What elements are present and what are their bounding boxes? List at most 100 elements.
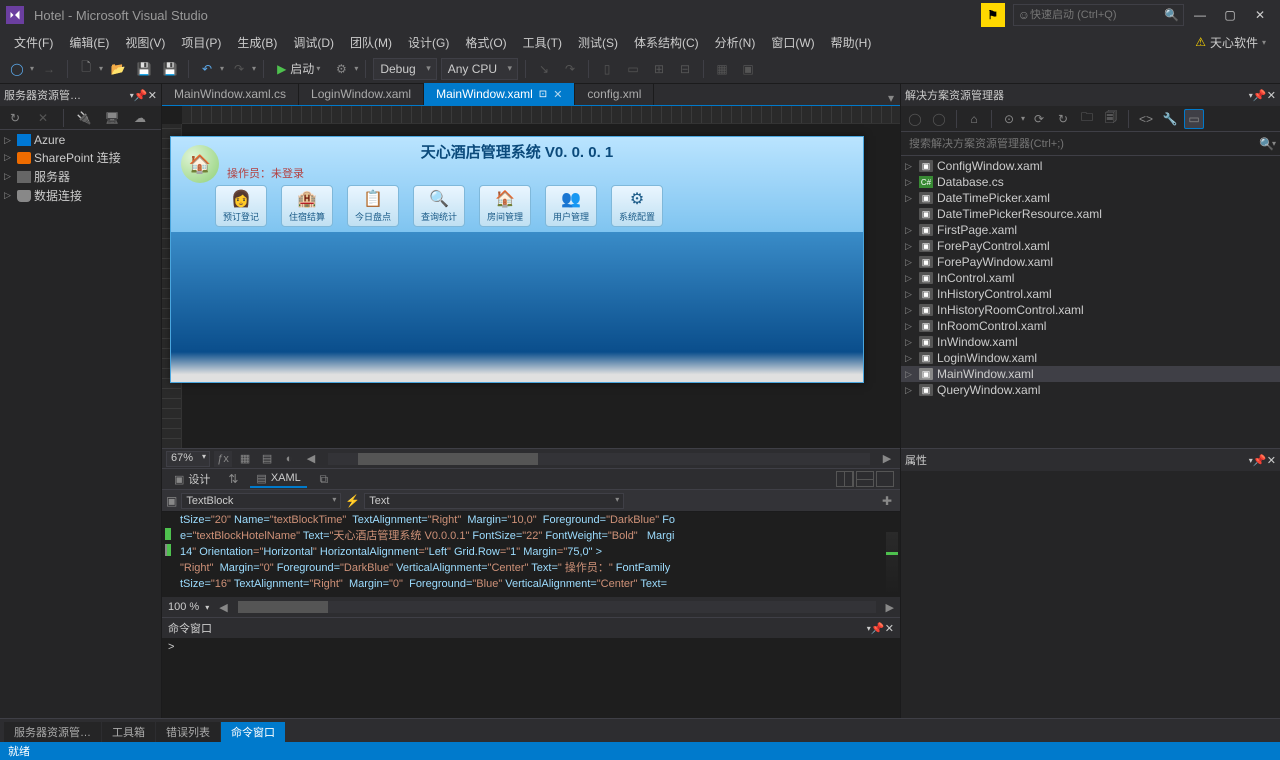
solution-item[interactable]: ▷C#Database.cs [901, 174, 1280, 190]
minimap[interactable] [886, 532, 898, 595]
solution-tree[interactable]: ▷▣ConfigWindow.xaml▷C#Database.cs▷▣DateT… [901, 156, 1280, 448]
server-tree[interactable]: ▷Azure▷SharePoint 连接▷服务器▷数据连接 [0, 130, 161, 718]
document-tab[interactable]: LoginWindow.xaml [299, 83, 424, 105]
expand-icon[interactable]: ▷ [905, 369, 915, 380]
menu-item[interactable]: 体系结构(C) [626, 32, 707, 53]
pin-icon[interactable]: 📌 [871, 622, 885, 635]
document-tab[interactable]: config.xml [575, 83, 654, 105]
tree-item[interactable]: ▷服务器 [0, 167, 161, 186]
toolbar-button[interactable]: ⚙系统配置 [611, 185, 663, 227]
close-panel-icon[interactable]: ✕ [1267, 454, 1276, 467]
close-tab-icon[interactable]: ✕ [553, 88, 562, 101]
pin-icon[interactable]: 📌 [1253, 89, 1267, 102]
solution-item[interactable]: ▷▣InHistoryRoomControl.xaml [901, 302, 1280, 318]
expand-icon[interactable]: ▷ [905, 353, 915, 364]
expand-icon[interactable]: ▷ [905, 289, 915, 300]
code-icon[interactable]: <> [1136, 109, 1156, 129]
scroll-right-icon[interactable]: ▶ [878, 451, 896, 467]
minimize-button[interactable]: — [1186, 4, 1214, 26]
solution-item[interactable]: ▷▣DateTimePicker.xaml [901, 190, 1280, 206]
menu-item[interactable]: 调试(D) [285, 32, 342, 53]
home-icon[interactable]: ⌂ [964, 109, 984, 129]
designer-hscroll[interactable] [328, 453, 870, 465]
connect-server-icon[interactable]: 🖥 [101, 107, 123, 129]
tree-item[interactable]: ▷SharePoint 连接 [0, 148, 161, 167]
menu-item[interactable]: 文件(F) [6, 32, 61, 53]
design-tab[interactable]: ▣设计 [168, 470, 216, 488]
toolbar-button[interactable]: 🔍查询统计 [413, 185, 465, 227]
expand-icon[interactable]: ▷ [905, 161, 915, 172]
menu-item[interactable]: 视图(V) [117, 32, 173, 53]
menu-item[interactable]: 测试(S) [570, 32, 626, 53]
config-combo[interactable]: Debug [373, 58, 436, 80]
menu-item[interactable]: 生成(B) [229, 32, 285, 53]
expand-icon[interactable]: ▷ [905, 177, 915, 188]
notification-icon[interactable]: ⚑ [981, 3, 1005, 27]
platform-combo[interactable]: Any CPU [441, 58, 518, 80]
solution-item[interactable]: ▣DateTimePickerResource.xaml [901, 206, 1280, 222]
zoom-combo[interactable]: 67% [166, 451, 210, 467]
scroll-left-code-icon[interactable]: ◀ [219, 601, 227, 614]
save-all-icon[interactable]: 💾 [159, 58, 181, 80]
command-window-body[interactable]: > [162, 638, 900, 718]
bottom-tab[interactable]: 工具箱 [102, 722, 155, 742]
xaml-tab[interactable]: ▤XAML [250, 471, 306, 488]
debug-target-icon[interactable]: ⚙ [330, 58, 352, 80]
solution-item[interactable]: ▷▣LoginWindow.xaml [901, 350, 1280, 366]
maximize-button[interactable]: ▢ [1216, 4, 1244, 26]
pin-icon[interactable]: 📌 [1253, 454, 1267, 467]
fx-icon[interactable]: ƒx [214, 451, 232, 467]
snap-icon[interactable]: ▤ [258, 451, 276, 467]
bottom-tab[interactable]: 错误列表 [156, 722, 220, 742]
server-explorer-header[interactable]: 服务器资源管… ▾ 📌 ✕ [0, 84, 161, 106]
scroll-right-code-icon[interactable]: ▶ [886, 601, 894, 614]
toolbar-button[interactable]: 📋今日盘点 [347, 185, 399, 227]
tree-item[interactable]: ▷Azure [0, 132, 161, 148]
collapse-icon[interactable]: ⊙ [999, 109, 1019, 129]
document-tab[interactable]: MainWindow.xaml⊡✕ [424, 83, 575, 105]
solution-item[interactable]: ▷▣MainWindow.xaml [901, 366, 1280, 382]
toolbar-button[interactable]: 🏨住宿结算 [281, 185, 333, 227]
design-surface-window[interactable]: 🏠 天心酒店管理系统 V0. 0. 0. 1 操作员：未登录 👩预订登记🏨住宿结… [170, 136, 864, 383]
solution-item[interactable]: ▷▣InWindow.xaml [901, 334, 1280, 350]
solution-explorer-header[interactable]: 解决方案资源管理器 ▾ 📌 ✕ [901, 84, 1280, 106]
close-panel-icon[interactable]: ✕ [1267, 89, 1276, 102]
solution-search[interactable]: 🔍▾ [901, 132, 1280, 156]
properties-header[interactable]: 属性 ▾ 📌 ✕ [901, 449, 1280, 471]
expand-icon[interactable]: ▷ [4, 152, 14, 163]
brand-menu[interactable]: ⚠ 天心软件 ▾ [1195, 34, 1274, 51]
expand-icon[interactable]: ▷ [905, 257, 915, 268]
show-all-icon[interactable]: 🗀 [1077, 109, 1097, 129]
save-icon[interactable]: 💾 [133, 58, 155, 80]
solution-search-input[interactable] [905, 138, 1259, 150]
solution-item[interactable]: ▷▣InHistoryControl.xaml [901, 286, 1280, 302]
tab-overflow-icon[interactable]: ▾ [882, 91, 900, 105]
quick-launch-input[interactable] [1030, 9, 1160, 21]
split-vertical-icon[interactable] [836, 471, 854, 487]
azure-icon[interactable]: ☁ [129, 107, 151, 129]
expand-icon[interactable]: ▷ [4, 171, 14, 182]
toggle-icon[interactable]: ◐ [280, 451, 298, 467]
popout-icon[interactable]: ⧉ [315, 471, 333, 487]
close-button[interactable]: ✕ [1246, 4, 1274, 26]
connect-db-icon[interactable]: 🔌 [73, 107, 95, 129]
solution-item[interactable]: ▷▣FirstPage.xaml [901, 222, 1280, 238]
expand-icon[interactable]: ▷ [905, 337, 915, 348]
collapse-pane-icon[interactable] [876, 471, 894, 487]
xaml-designer[interactable]: 🏠 天心酒店管理系统 V0. 0. 0. 1 操作员：未登录 👩预订登记🏨住宿结… [162, 106, 900, 448]
menu-item[interactable]: 格式(O) [457, 32, 514, 53]
solution-item[interactable]: ▷▣QueryWindow.xaml [901, 382, 1280, 398]
menu-item[interactable]: 分析(N) [707, 32, 764, 53]
split-add-icon[interactable]: ✚ [882, 494, 896, 508]
undo-icon[interactable]: ↶ [196, 58, 218, 80]
expand-icon[interactable]: ▷ [905, 241, 915, 252]
new-project-icon[interactable]: 🗋 [75, 58, 97, 80]
grid-icon[interactable]: ▦ [236, 451, 254, 467]
quick-launch[interactable]: ☺ 🔍 [1013, 4, 1184, 26]
property-combo[interactable]: Text [364, 493, 624, 509]
solution-item[interactable]: ▷▣ConfigWindow.xaml [901, 158, 1280, 174]
element-combo[interactable]: TextBlock [181, 493, 341, 509]
toolbar-button[interactable]: 👩预订登记 [215, 185, 267, 227]
bottom-tab[interactable]: 命令窗口 [221, 722, 285, 742]
search-icon[interactable]: 🔍 [1164, 8, 1179, 22]
